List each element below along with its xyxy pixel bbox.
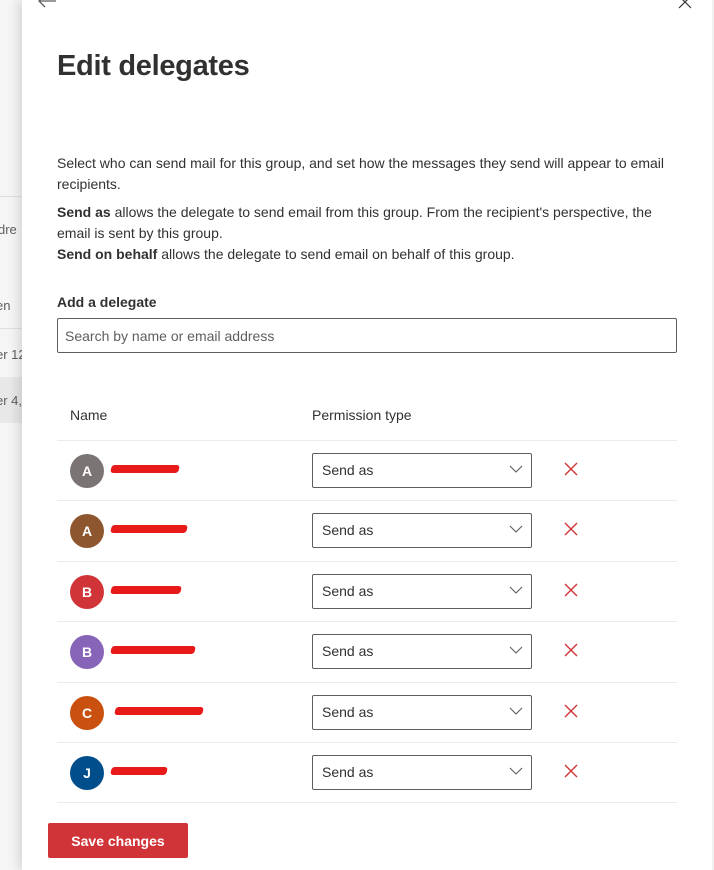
edit-delegates-panel: Edit delegates Select who can send mail … — [22, 0, 714, 870]
add-delegate-label: Add a delegate — [57, 294, 157, 310]
avatar: A — [70, 514, 104, 549]
background-page: dre en er 12 er 4, — [0, 0, 24, 870]
divider — [0, 328, 24, 329]
delegate-row: B Send as — [57, 622, 677, 683]
avatar: B — [70, 574, 104, 609]
permission-type-value: Send as — [322, 643, 374, 660]
close-button[interactable] — [676, 0, 694, 10]
page-title: Edit delegates — [57, 50, 250, 82]
save-changes-button[interactable]: Save changes — [48, 823, 188, 858]
send-as-term: Send as — [57, 204, 111, 220]
background-text: en — [0, 298, 11, 313]
chevron-down-icon — [509, 526, 523, 534]
permission-type-value: Send as — [322, 582, 374, 599]
permission-type-dropdown[interactable]: Send as — [312, 453, 532, 488]
avatar: A — [70, 454, 104, 488]
permission-type-value: Send as — [322, 462, 374, 478]
delegate-row: J Send as — [57, 743, 677, 804]
permission-type-dropdown[interactable]: Send as — [312, 513, 532, 549]
remove-delegate-icon[interactable] — [563, 642, 579, 658]
background-text: er 4, — [0, 393, 23, 408]
chevron-down-icon — [509, 586, 523, 594]
remove-delegate-icon[interactable] — [563, 582, 579, 598]
chevron-down-icon — [509, 465, 523, 473]
column-header-permission-type[interactable]: Permission type — [312, 407, 412, 423]
delegate-search-input[interactable] — [57, 318, 677, 353]
remove-delegate-icon[interactable] — [563, 461, 579, 477]
redacted-name — [110, 646, 196, 655]
permission-type-dropdown[interactable]: Send as — [312, 694, 532, 730]
permission-type-value: Send as — [322, 763, 374, 780]
permission-type-value: Send as — [322, 703, 374, 720]
avatar: J — [70, 755, 104, 790]
permission-type-dropdown[interactable]: Send as — [312, 634, 532, 670]
redacted-name — [114, 706, 204, 715]
column-header-name[interactable]: Name — [70, 407, 107, 423]
send-as-description: Send as allows the delegate to send emai… — [57, 202, 677, 244]
description-text: Select who can send mail for this group,… — [57, 155, 664, 192]
background-text: er 12 — [0, 347, 24, 362]
delegate-row: A Send as — [57, 441, 677, 502]
remove-delegate-icon[interactable] — [563, 521, 579, 537]
chevron-down-icon — [509, 707, 523, 715]
avatar: C — [70, 695, 104, 730]
redacted-name — [110, 525, 188, 534]
permission-type-value: Send as — [322, 522, 374, 539]
send-as-text: allows the delegate to send email from t… — [57, 204, 652, 241]
divider — [0, 196, 24, 197]
send-on-behalf-description: Send on behalf allows the delegate to se… — [57, 244, 677, 265]
background-text: dre — [0, 222, 17, 237]
delegate-row: A Send as — [57, 501, 677, 562]
delegates-table: A Send as A Send as B Send as B Send as … — [57, 441, 677, 804]
redacted-name — [110, 585, 182, 594]
remove-delegate-icon[interactable] — [563, 703, 579, 719]
back-button[interactable] — [36, 0, 58, 10]
send-on-behalf-term: Send on behalf — [57, 246, 158, 262]
avatar: B — [70, 635, 104, 670]
delegate-row: C Send as — [57, 683, 677, 743]
redacted-name — [110, 766, 168, 775]
remove-delegate-icon[interactable] — [563, 763, 579, 779]
redacted-name — [110, 465, 180, 473]
send-on-behalf-text: allows the delegate to send email on beh… — [157, 246, 515, 262]
chevron-down-icon — [509, 767, 523, 775]
permission-type-dropdown[interactable]: Send as — [312, 754, 532, 790]
arrow-left-icon — [38, 0, 56, 8]
chevron-down-icon — [509, 646, 523, 654]
delegate-row: B Send as — [57, 562, 677, 623]
close-icon — [678, 0, 692, 9]
permission-type-dropdown[interactable]: Send as — [312, 573, 532, 609]
